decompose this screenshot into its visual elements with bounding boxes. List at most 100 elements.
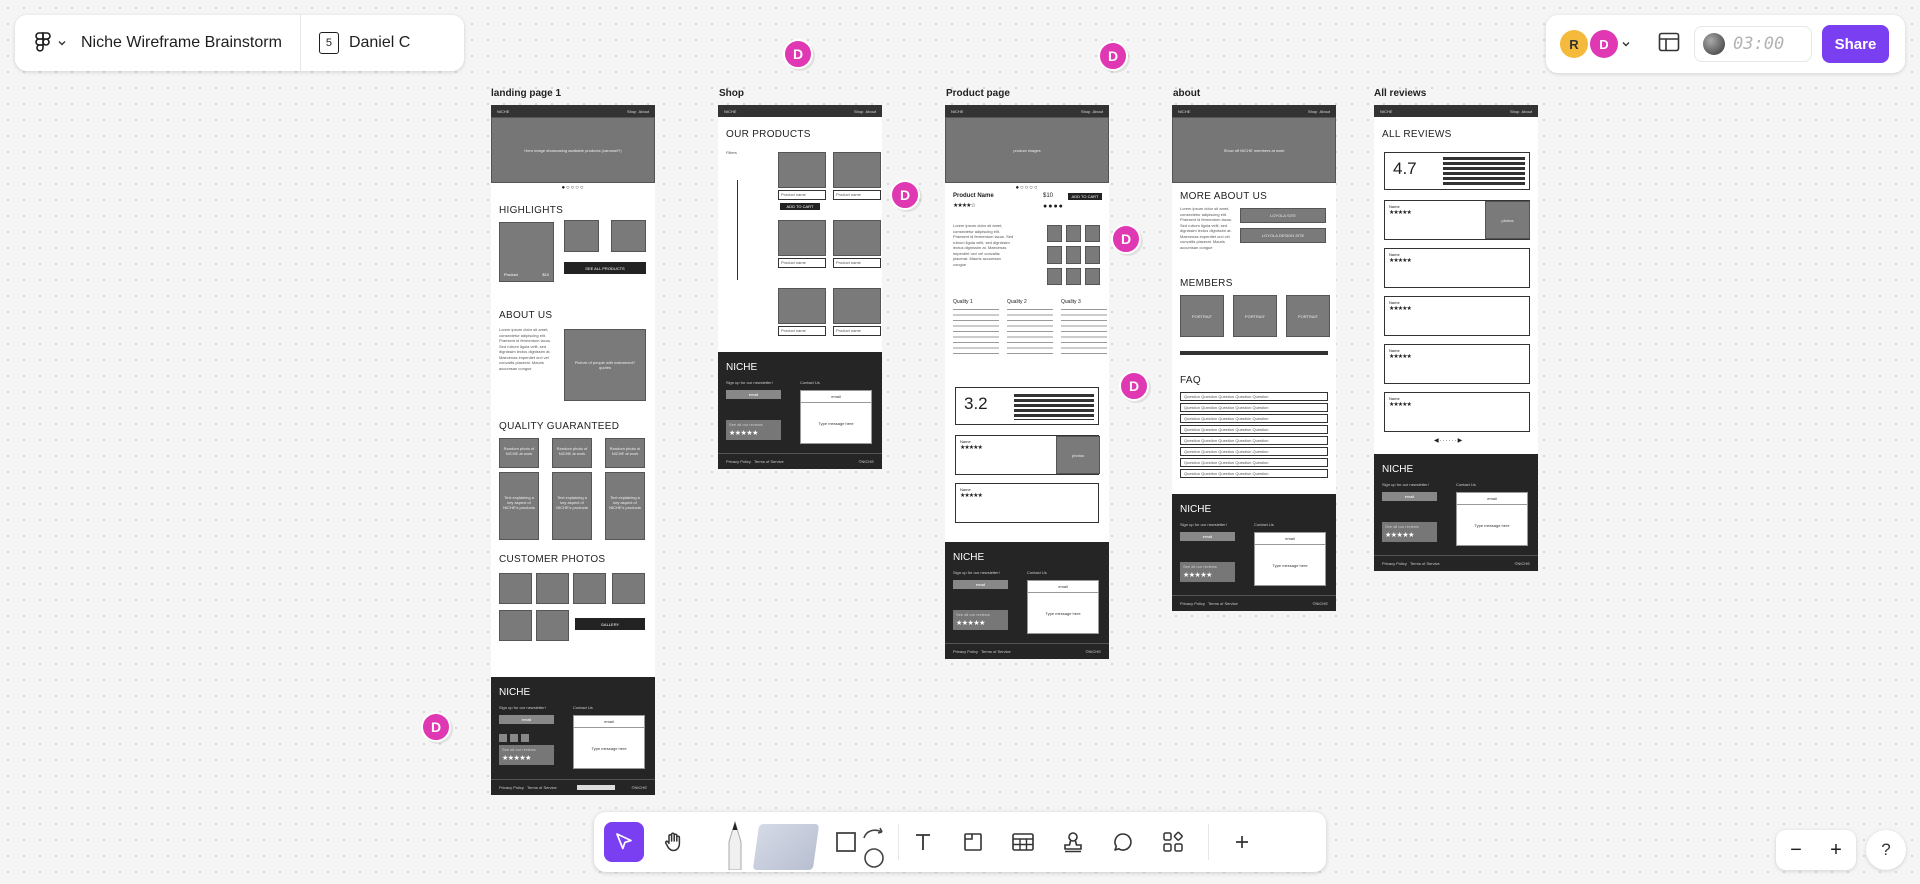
wf-nav-link: Shop bbox=[1509, 108, 1520, 114]
wf-quality-text bbox=[1061, 309, 1107, 355]
frame-shop[interactable]: NICHE Shop About OUR PRODUCTS Filters Pro… bbox=[718, 105, 882, 469]
frame-label-about[interactable]: about bbox=[1173, 88, 1200, 99]
wf-see-all-button: SEE ALL PRODUCTS bbox=[564, 262, 646, 274]
wf-review-stars: ★★★★★ bbox=[1389, 354, 1412, 360]
wf-rating-summary: 3.2 bbox=[955, 387, 1099, 425]
wf-heading: CUSTOMER PHOTOS bbox=[499, 554, 606, 565]
avatar[interactable]: R bbox=[1560, 30, 1588, 58]
top-right-toolbar: R D 03:00 Share bbox=[1546, 15, 1905, 73]
layout-panel-icon[interactable] bbox=[1658, 32, 1680, 57]
connector-arrow-icon bbox=[863, 827, 884, 868]
file-title[interactable]: Niche Wireframe Brainstorm bbox=[81, 34, 300, 52]
wf-quality-col: Quality 2 bbox=[1007, 299, 1053, 305]
wf-footer-email: email bbox=[1382, 492, 1437, 501]
wf-footer-form: email Type message here bbox=[1456, 492, 1528, 546]
text-icon bbox=[916, 834, 930, 850]
frame-product-page[interactable]: NICHE Shop About product images ●○○○○ Pro… bbox=[945, 105, 1109, 659]
text-tool-button[interactable] bbox=[903, 822, 943, 862]
wf-footer: NICHE Sign up for our newsletter! Contac… bbox=[945, 542, 1109, 659]
wf-variant-dots: ●●●● bbox=[1043, 203, 1064, 210]
wf-review-card: Name ★★★★★ photos bbox=[1384, 200, 1530, 240]
wf-nav-link: Shop bbox=[853, 108, 864, 114]
wf-footer-contact: Contact Us bbox=[573, 705, 593, 710]
wf-footer-email: email bbox=[953, 580, 1008, 589]
wf-link-button: LOYOLA SITE bbox=[1240, 208, 1326, 223]
wf-review-photos: photos bbox=[1056, 436, 1100, 474]
collaborator-avatars[interactable]: R D bbox=[1560, 30, 1632, 58]
frame-all-reviews[interactable]: NICHE Shop About ALL REVIEWS 4.7 Name ★★★… bbox=[1374, 105, 1538, 571]
square-icon bbox=[836, 832, 856, 852]
main-menu-button[interactable] bbox=[15, 15, 81, 71]
connector-tool-button[interactable] bbox=[860, 822, 888, 868]
wf-form-message: Type message here bbox=[1457, 504, 1527, 528]
section-tool-button[interactable] bbox=[953, 822, 993, 862]
wf-nav-link: About bbox=[1092, 108, 1103, 114]
wf-faq-item: Question Question Question Question Ques… bbox=[1180, 458, 1328, 467]
zoom-out-button[interactable]: − bbox=[1790, 839, 1802, 862]
wf-faq-item: Question Question Question Question Ques… bbox=[1180, 447, 1328, 456]
frame-about[interactable]: NICHE Shop About Show off NICHE members a… bbox=[1172, 105, 1336, 611]
wf-review-card: Name ★★★★★ bbox=[1384, 296, 1530, 336]
add-more-button[interactable] bbox=[1226, 826, 1258, 858]
share-button[interactable]: Share bbox=[1822, 25, 1889, 63]
wf-footer-signup: Sign up for our newsletter! bbox=[1382, 482, 1429, 487]
wf-footer: NICHE Sign up for our newsletter! Contac… bbox=[1172, 494, 1336, 611]
comment-tool-button[interactable] bbox=[1103, 822, 1143, 862]
user-menu[interactable]: 5 Daniel C bbox=[301, 32, 410, 54]
move-tool-button[interactable] bbox=[604, 822, 644, 862]
zoom-in-button[interactable]: + bbox=[1830, 839, 1842, 862]
sticky-note-tool-button[interactable] bbox=[752, 824, 820, 870]
wf-hero: Hero image showcasing available products… bbox=[491, 117, 655, 183]
table-tool-button[interactable] bbox=[1003, 822, 1043, 862]
frame-landing-page[interactable]: NICHE Shop About Hero image showcasing av… bbox=[491, 105, 655, 795]
wf-faq-item: Question Question Question Question Ques… bbox=[1180, 392, 1328, 401]
wf-footer-brand: NICHE bbox=[1382, 464, 1414, 475]
wf-privacy: Privacy Policy bbox=[1382, 561, 1407, 566]
frame-label-reviews[interactable]: All reviews bbox=[1374, 88, 1426, 99]
wf-product-name: Product Name bbox=[953, 193, 994, 199]
wf-quality-col: Quality 3 bbox=[1061, 299, 1107, 305]
wf-product-card bbox=[833, 152, 881, 188]
hand-tool-button[interactable] bbox=[654, 822, 694, 862]
cursor-label: D bbox=[783, 39, 813, 69]
wf-brand: NICHE bbox=[1380, 108, 1393, 114]
wf-photo bbox=[612, 573, 645, 604]
help-button[interactable]: ? bbox=[1866, 830, 1906, 870]
wf-product-name: Product name bbox=[833, 258, 881, 268]
stamp-tool-button[interactable] bbox=[1053, 822, 1093, 862]
avatar[interactable]: D bbox=[1590, 30, 1618, 58]
wf-privacy: Privacy Policy bbox=[1180, 601, 1205, 606]
wf-footer-contact: Contact Us bbox=[800, 380, 820, 385]
pen-tool-button[interactable] bbox=[722, 818, 748, 871]
wf-review-stars: ★★★★★ bbox=[1389, 306, 1412, 312]
frame-label-shop[interactable]: Shop bbox=[719, 88, 744, 99]
collaborator-cursor: D bbox=[1108, 221, 1144, 257]
wf-price: $10 bbox=[1043, 193, 1054, 199]
wf-copyright: ©NICHE bbox=[1312, 601, 1328, 606]
wf-footer-reviews: See all our reviews ★★★★★ bbox=[1382, 522, 1437, 542]
wf-footer-email: email bbox=[499, 715, 554, 724]
frame-label-landing[interactable]: landing page 1 bbox=[491, 88, 561, 99]
wf-nav-link: About bbox=[865, 108, 876, 114]
wf-footer: NICHE Sign up for our newsletter! Contac… bbox=[718, 352, 882, 469]
wf-footer-bottom: Privacy Policy Terms of Service ©NICHE bbox=[945, 643, 1109, 659]
wf-form-message: Type message here bbox=[1028, 592, 1098, 616]
wf-copyright: ©NICHE bbox=[1514, 561, 1530, 566]
timer-widget[interactable]: 03:00 bbox=[1694, 26, 1812, 62]
wf-product-card bbox=[564, 220, 599, 252]
wf-terms: Terms of Service bbox=[527, 785, 557, 790]
wf-nav: NICHE Shop About bbox=[1172, 105, 1336, 117]
wf-footer-brand: NICHE bbox=[953, 552, 985, 563]
wf-footer-email: email bbox=[726, 390, 781, 399]
section-icon bbox=[964, 833, 982, 851]
wf-faq-item: Question Question Question Question Ques… bbox=[1180, 414, 1328, 423]
frame-label-product[interactable]: Product page bbox=[946, 88, 1010, 99]
wf-footer-email: email bbox=[1180, 532, 1235, 541]
wf-qualities: Quality 1 Quality 2 Quality 3 bbox=[953, 299, 1107, 371]
chevron-down-icon[interactable] bbox=[1620, 39, 1632, 49]
wf-about: Lorem ipsum dolor sit amet, consectetur … bbox=[499, 327, 647, 403]
wf-footer-contact: Contact Us bbox=[1027, 570, 1047, 575]
widgets-tool-button[interactable] bbox=[1153, 822, 1193, 862]
wf-brand: NICHE bbox=[951, 108, 964, 114]
wf-rating-value: 3.2 bbox=[964, 394, 988, 413]
